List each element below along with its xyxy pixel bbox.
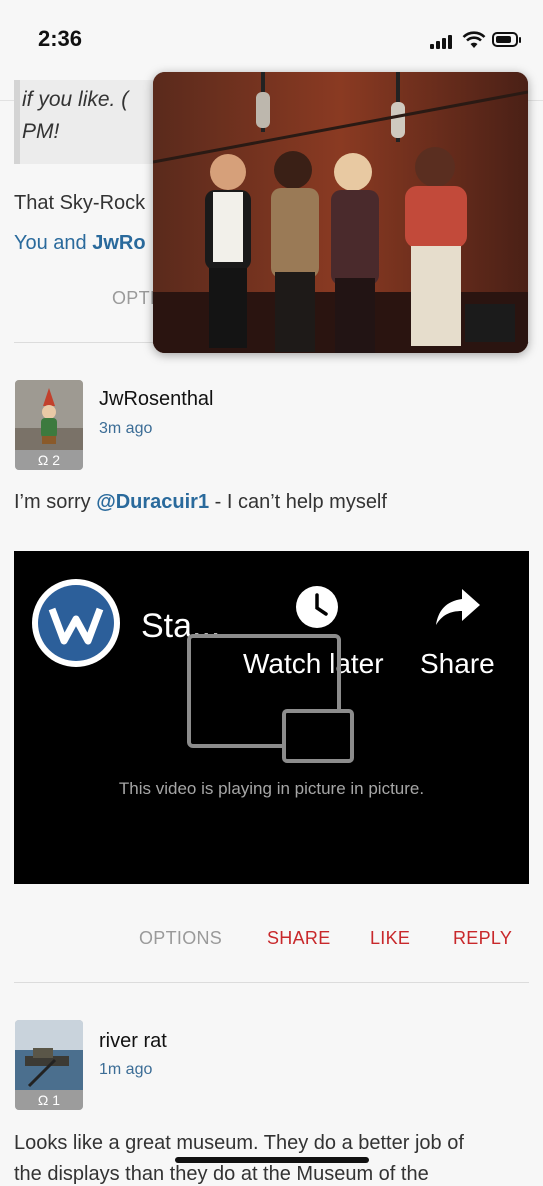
quote-text-line2: PM!: [22, 120, 60, 143]
channel-logo[interactable]: [32, 579, 120, 667]
clock-icon[interactable]: [295, 585, 339, 629]
share-arrow-icon[interactable]: [434, 587, 482, 627]
avatar[interactable]: Ω 2: [15, 380, 83, 470]
pip-video-window[interactable]: [153, 72, 528, 353]
video-embed[interactable]: Sta... Watch later Share This video is p…: [14, 551, 529, 884]
post-divider: [14, 982, 529, 983]
likes-prefix: You and: [14, 232, 93, 254]
home-indicator[interactable]: [175, 1157, 369, 1163]
likes-user-link[interactable]: JwRo: [92, 232, 145, 254]
post-text-line2: the displays than they do at the Museum …: [14, 1163, 429, 1185]
like-button[interactable]: LIKE: [370, 928, 410, 949]
quote-text-line1: if you like. (: [22, 88, 129, 111]
pip-message: This video is playing in picture in pict…: [118, 779, 425, 798]
options-button[interactable]: OPTI: [112, 288, 155, 309]
timestamp[interactable]: 3m ago: [99, 420, 152, 438]
battery-icon: [492, 32, 521, 47]
post-text: I’m sorry @Duracuir1 - I can’t help myse…: [14, 491, 387, 514]
likes-line: You and JwRo: [14, 232, 146, 255]
rank-badge: Ω 2: [15, 450, 83, 470]
rank-badge: Ω 1: [15, 1090, 83, 1110]
picture-in-picture-icon: [187, 634, 354, 763]
avatar-image: [15, 380, 83, 450]
share-button[interactable]: SHARE: [267, 928, 331, 949]
post-text-prefix: I’m sorry: [14, 491, 97, 513]
channel-logo-icon: [38, 585, 114, 661]
reply-button[interactable]: REPLY: [453, 928, 512, 949]
post-text-line1: Looks like a great museum. They do a bet…: [14, 1132, 464, 1154]
avatar[interactable]: Ω 1: [15, 1020, 83, 1110]
avatar-image: [15, 1020, 83, 1090]
username-link[interactable]: JwRosenthal: [99, 388, 214, 411]
options-button[interactable]: OPTIONS: [139, 928, 222, 949]
signal-bars-icon: [430, 33, 454, 49]
video-share-button[interactable]: Share: [420, 648, 495, 680]
post-text-suffix: - I can’t help myself: [209, 491, 387, 513]
wifi-icon: [462, 31, 486, 48]
status-time: 2:36: [38, 26, 83, 51]
timestamp[interactable]: 1m ago: [99, 1061, 152, 1079]
username-link[interactable]: river rat: [99, 1030, 167, 1053]
pip-video-frame: [153, 72, 528, 353]
post-text: That Sky-Rock: [14, 192, 146, 214]
mention-link[interactable]: @Duracuir1: [96, 491, 209, 513]
